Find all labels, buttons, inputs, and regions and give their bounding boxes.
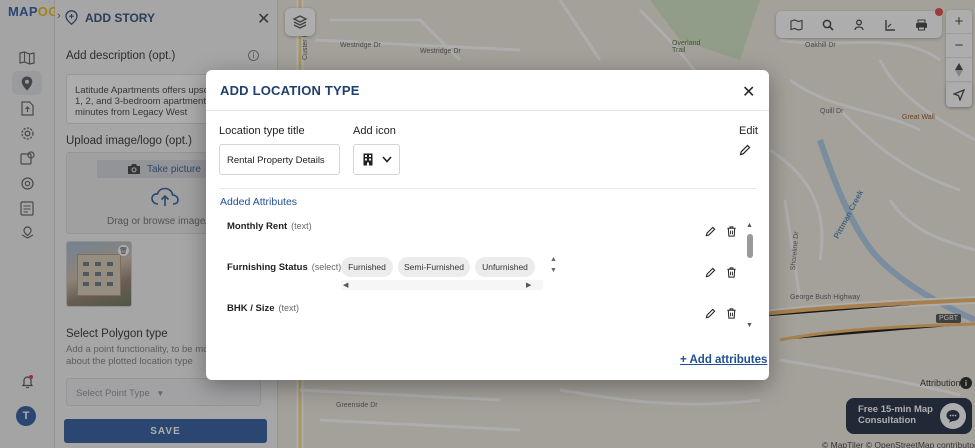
added-attributes-heading: Added Attributes xyxy=(220,196,298,208)
modal-title: ADD LOCATION TYPE xyxy=(220,83,360,98)
attribute-type: (select) xyxy=(311,261,342,272)
scroll-up-arrow-icon[interactable]: ▲ xyxy=(746,222,753,229)
attributes-list: Monthly Rent (text) Furnishing Status (sel… xyxy=(219,216,749,334)
icon-picker-dropdown[interactable] xyxy=(353,144,400,175)
edit-attribute-icon[interactable] xyxy=(705,267,716,278)
delete-attribute-icon[interactable] xyxy=(726,267,737,278)
attribute-type: (text) xyxy=(291,220,312,231)
add-attributes-link[interactable]: + Add attributes xyxy=(680,354,767,366)
edit-attribute-icon[interactable] xyxy=(705,308,716,319)
attribute-name: Monthly Rent (text) xyxy=(227,220,312,232)
building-icon xyxy=(363,153,372,166)
option-chip: Unfurnished xyxy=(475,257,535,277)
attribute-name: Furnishing Status (select) xyxy=(227,261,342,273)
options-horizontal-scrollbar[interactable]: ◀ ▶ xyxy=(341,280,543,290)
attribute-type: (text) xyxy=(278,302,300,313)
scroll-right-arrow-icon[interactable]: ▶ xyxy=(526,281,531,289)
attributes-vertical-scrollbar[interactable]: ▲ ▼ xyxy=(746,222,754,334)
scroll-left-arrow-icon[interactable]: ◀ xyxy=(343,281,348,289)
scrollbar-thumb[interactable] xyxy=(747,234,753,258)
modal-close-icon[interactable]: ✕ xyxy=(742,82,755,102)
type-title-label: Location type title xyxy=(219,125,305,137)
option-chip: Semi-Furnished xyxy=(398,257,470,277)
add-location-type-modal: ADD LOCATION TYPE ✕ Location type title … xyxy=(206,70,769,380)
edit-label: Edit xyxy=(739,125,758,137)
type-title-input[interactable]: Rental Property Details xyxy=(219,144,340,175)
edit-pencil-icon[interactable] xyxy=(739,144,751,156)
options-scroll-arrows[interactable]: ▲ ▼ xyxy=(550,254,557,276)
delete-attribute-icon[interactable] xyxy=(726,308,737,319)
option-chip: Furnished xyxy=(341,257,393,277)
modal-header-divider xyxy=(206,110,769,111)
add-icon-label: Add icon xyxy=(353,125,396,137)
delete-attribute-icon[interactable] xyxy=(726,226,737,237)
section-divider xyxy=(219,188,756,189)
edit-attribute-icon[interactable] xyxy=(705,226,716,237)
chevron-down-icon xyxy=(381,156,392,163)
attribute-name: BHK / Size (text) xyxy=(227,302,300,314)
scroll-down-arrow-icon[interactable]: ▼ xyxy=(746,322,753,329)
